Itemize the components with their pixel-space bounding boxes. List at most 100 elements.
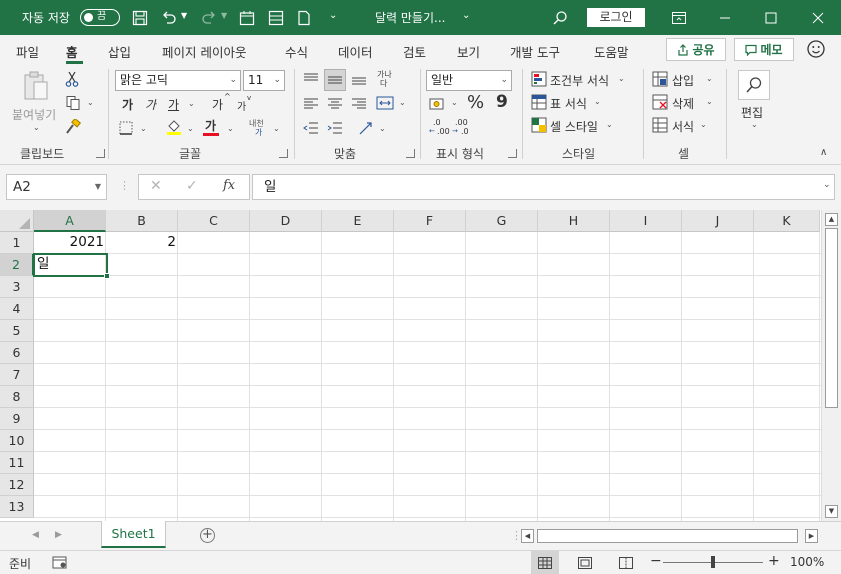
column-header-g[interactable]: G — [466, 210, 538, 232]
shrink-font-button[interactable]: 가 — [237, 98, 246, 113]
spreadsheet-grid[interactable]: ABCDEFGHIJK 1 2 3 4 5 6 7 8 9 10 11 12 13 2021 2 일 ▲… — [0, 210, 841, 521]
align-left-icon[interactable] — [302, 95, 320, 113]
paste-icon[interactable] — [20, 71, 52, 103]
save-icon[interactable] — [129, 7, 151, 29]
tab-view[interactable]: 보기 — [457, 42, 480, 61]
fill-color-icon[interactable] — [165, 118, 183, 136]
format-cells-icon[interactable] — [651, 116, 669, 134]
scroll-right-icon[interactable]: ▶ — [805, 529, 818, 543]
select-all-corner[interactable] — [0, 210, 34, 232]
cell-styles-dropdown-icon[interactable]: ⌄ — [606, 120, 613, 129]
horizontal-scroll-thumb[interactable] — [537, 529, 798, 543]
row-header-6[interactable]: 6 — [0, 342, 34, 364]
cell-A1[interactable]: 2021 — [34, 232, 104, 253]
vertical-scrollbar[interactable]: ▲ ▼ — [821, 210, 841, 521]
search-icon[interactable] — [549, 7, 571, 29]
align-top-icon[interactable] — [302, 70, 320, 88]
active-cell-selection[interactable] — [33, 253, 108, 277]
increase-indent-icon[interactable] — [326, 119, 344, 137]
autosave-toggle[interactable]: 끔 — [80, 9, 120, 26]
tab-data[interactable]: 데이터 — [338, 42, 373, 61]
border-dropdown-icon[interactable]: ⌄ — [140, 124, 147, 133]
delete-cells-icon[interactable] — [651, 93, 669, 111]
login-button[interactable]: 로그인 — [587, 8, 645, 27]
zoom-in-button[interactable]: + — [768, 553, 780, 569]
sheet-prev-icon[interactable]: ◀ — [32, 530, 39, 540]
column-header-a[interactable]: A — [34, 210, 106, 232]
merge-dropdown-icon[interactable]: ⌄ — [399, 98, 406, 107]
zoom-out-button[interactable]: − — [650, 553, 662, 569]
undo-dropdown-icon[interactable]: ▼ — [181, 11, 187, 20]
alignment-launcher-icon[interactable] — [406, 149, 415, 158]
decrease-indent-icon[interactable] — [302, 119, 320, 137]
row-header-7[interactable]: 7 — [0, 364, 34, 386]
form-icon[interactable] — [265, 7, 287, 29]
insert-cells-dropdown-icon[interactable]: ⌄ — [706, 74, 713, 83]
editing-label[interactable]: 편집 — [741, 104, 763, 121]
calendar-icon[interactable] — [236, 7, 258, 29]
column-header-f[interactable]: F — [394, 210, 466, 232]
align-center-icon[interactable] — [326, 95, 344, 113]
tab-page-layout[interactable]: 페이지 레이아웃 — [162, 42, 246, 61]
format-as-table-dropdown-icon[interactable]: ⌄ — [594, 97, 601, 106]
format-as-table-label[interactable]: 표 서식 — [550, 95, 587, 112]
undo-icon[interactable] — [158, 7, 180, 29]
border-icon[interactable] — [118, 120, 134, 136]
tab-file[interactable]: 파일 — [16, 42, 39, 61]
row-header-8[interactable]: 8 — [0, 386, 34, 408]
align-middle-icon[interactable] — [324, 69, 346, 91]
redo-dropdown-icon[interactable]: ▼ — [221, 11, 227, 20]
normal-view-icon[interactable] — [531, 551, 559, 574]
row-header-11[interactable]: 11 — [0, 452, 34, 474]
editing-dropdown-icon[interactable]: ⌄ — [751, 120, 758, 129]
row-header-4[interactable]: 4 — [0, 298, 34, 320]
fill-handle[interactable] — [104, 273, 110, 279]
delete-cells-dropdown-icon[interactable]: ⌄ — [706, 97, 713, 106]
accounting-format-icon[interactable] — [428, 95, 448, 113]
cut-icon[interactable] — [64, 71, 80, 87]
orientation-icon[interactable] — [356, 119, 376, 137]
row-header-2[interactable]: 2 — [0, 254, 34, 276]
scroll-down-icon[interactable]: ▼ — [825, 505, 838, 518]
conditional-format-dropdown-icon[interactable]: ⌄ — [618, 74, 625, 83]
minimize-icon[interactable] — [702, 0, 748, 35]
decrease-decimal-top[interactable]: .00 — [455, 118, 468, 127]
vertical-scroll-thumb[interactable] — [825, 228, 838, 408]
font-color-dropdown-icon[interactable]: ⌄ — [227, 124, 234, 133]
column-header-j[interactable]: J — [682, 210, 754, 232]
cancel-entry-icon[interactable]: ✕ — [150, 178, 162, 194]
sheet-tab[interactable]: Sheet1 — [101, 521, 166, 548]
share-button[interactable]: 공유 — [666, 38, 726, 61]
tab-insert[interactable]: 삽입 — [108, 42, 131, 61]
maximize-icon[interactable] — [748, 0, 794, 35]
bold-button[interactable]: 가 — [122, 96, 133, 113]
conditional-format-label[interactable]: 조건부 서식 — [550, 72, 609, 89]
tab-formulas[interactable]: 수식 — [285, 42, 308, 61]
formula-input[interactable]: 일 — [252, 174, 835, 200]
orientation-dropdown-icon[interactable]: ⌄ — [379, 124, 386, 133]
page-break-view-icon[interactable] — [612, 551, 640, 574]
comma-style-button[interactable]: 9 — [496, 92, 508, 112]
new-document-icon[interactable] — [293, 7, 315, 29]
customize-qat-icon[interactable]: ⌄ — [329, 10, 337, 21]
conditional-format-icon[interactable] — [530, 70, 548, 88]
row-header-10[interactable]: 10 — [0, 430, 34, 452]
copy-icon[interactable] — [64, 95, 82, 111]
horizontal-scrollbar[interactable]: ◀ ▶ — [521, 529, 820, 543]
underline-button[interactable]: 가 — [168, 96, 179, 113]
number-launcher-icon[interactable] — [508, 149, 517, 158]
copy-dropdown-icon[interactable]: ⌄ — [87, 98, 94, 107]
column-header-i[interactable]: I — [610, 210, 682, 232]
underline-dropdown-icon[interactable]: ⌄ — [188, 99, 195, 108]
column-header-k[interactable]: K — [754, 210, 820, 232]
zoom-level[interactable]: 100% — [790, 555, 824, 569]
grow-font-button[interactable]: 가 — [212, 96, 223, 113]
formula-bar-handle-icon[interactable]: ⋮ — [119, 179, 130, 192]
page-layout-view-icon[interactable] — [571, 551, 599, 574]
scroll-up-icon[interactable]: ▲ — [825, 213, 838, 226]
scroll-left-icon[interactable]: ◀ — [521, 529, 534, 543]
paste-dropdown-icon[interactable]: ⌄ — [33, 123, 40, 132]
redo-icon[interactable] — [198, 7, 220, 29]
font-size-select[interactable]: 11 ⌄ — [243, 70, 285, 91]
expand-formula-bar-icon[interactable]: ⌄ — [823, 180, 831, 190]
